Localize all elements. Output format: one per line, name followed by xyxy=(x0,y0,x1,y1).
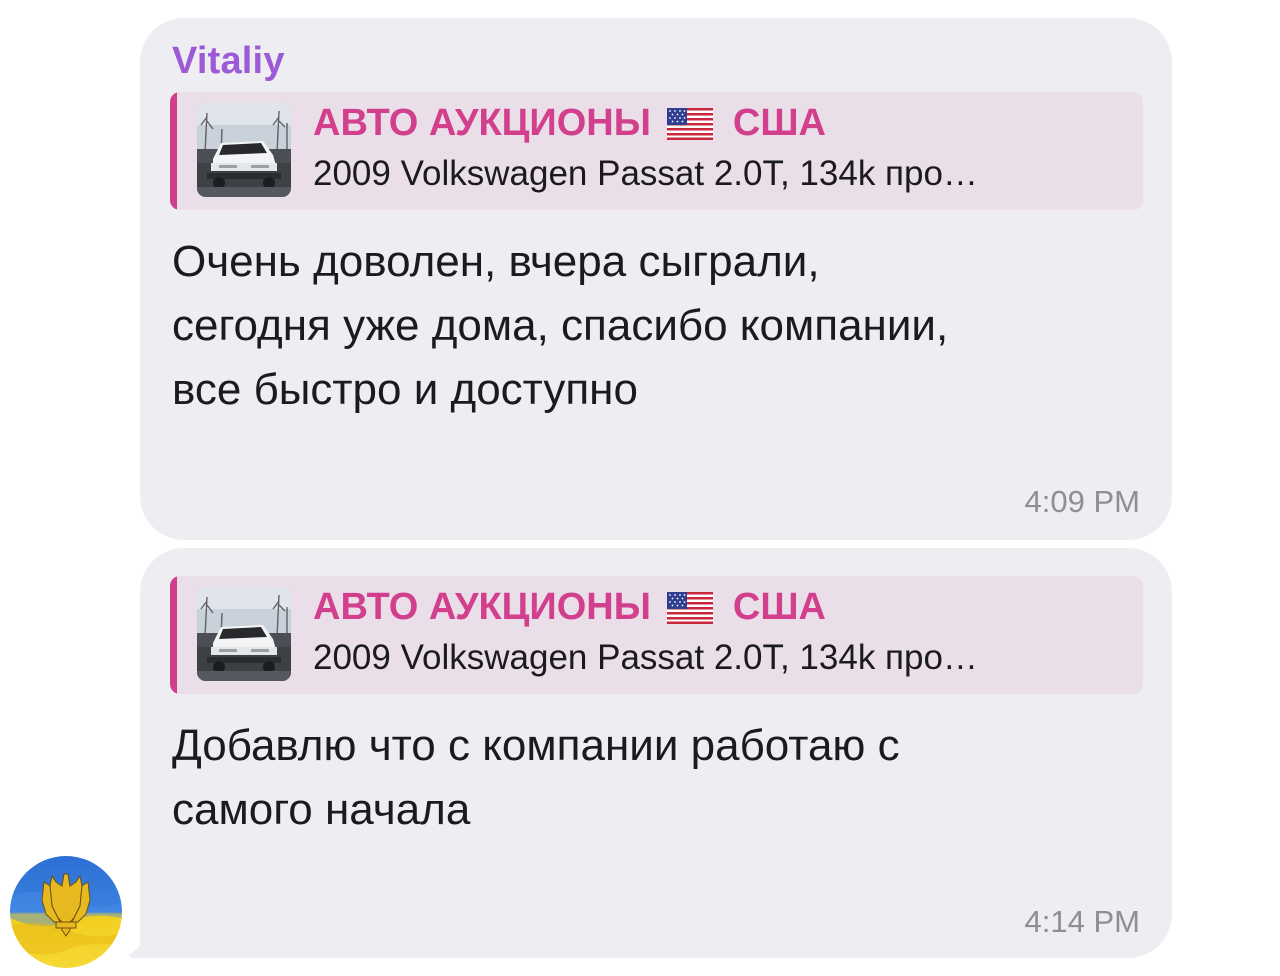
reply-accent-bar xyxy=(170,92,177,210)
car-thumbnail xyxy=(197,587,291,681)
message-text: Очень доволен, вчера сыграли, сегодня уж… xyxy=(172,230,1132,422)
sender-name[interactable]: Vitaliy xyxy=(172,40,285,83)
message-timestamp: 4:14 PM xyxy=(1024,904,1140,939)
us-flag-icon xyxy=(667,592,713,624)
message-bubble[interactable]: АВТО АУКЦИОНЫ США 2009 Volkswagen Passat… xyxy=(126,548,1172,958)
message-line: Добавлю что с компании работаю с xyxy=(172,721,900,770)
reply-title-prefix: АВТО АУКЦИОНЫ xyxy=(313,586,651,628)
message-text: Добавлю что с компании работаю с самого … xyxy=(172,714,1132,842)
message-timestamp: 4:09 PM xyxy=(1024,484,1140,519)
message-line: самого начала xyxy=(172,785,471,834)
bubble-tail xyxy=(126,932,156,958)
reply-title-suffix: США xyxy=(732,102,826,144)
reply-snippet: 2009 Volkswagen Passat 2.0T, 134k про… xyxy=(313,154,978,193)
reply-title-suffix: США xyxy=(732,586,826,628)
reply-channel-title: АВТО АУКЦИОНЫ США xyxy=(313,102,826,145)
reply-title-prefix: АВТО АУКЦИОНЫ xyxy=(313,102,651,144)
reply-preview[interactable]: АВТО АУКЦИОНЫ США 2009 Volkswagen Passat… xyxy=(170,576,1143,694)
message-bubble[interactable]: Vitaliy АВТО АУКЦИОНЫ США 2009 Volkswage… xyxy=(140,18,1172,540)
chat-view: Vitaliy АВТО АУКЦИОНЫ США 2009 Volkswage… xyxy=(0,0,1280,976)
reply-accent-bar xyxy=(170,576,177,694)
car-thumbnail xyxy=(197,103,291,197)
reply-channel-title: АВТО АУКЦИОНЫ США xyxy=(313,586,826,629)
message-line: сегодня уже дома, спасибо компании, xyxy=(172,301,949,350)
reply-snippet: 2009 Volkswagen Passat 2.0T, 134k про… xyxy=(313,638,978,677)
ukraine-trident-avatar xyxy=(10,856,122,968)
sender-avatar[interactable] xyxy=(10,856,122,968)
reply-preview[interactable]: АВТО АУКЦИОНЫ США 2009 Volkswagen Passat… xyxy=(170,92,1143,210)
us-flag-icon xyxy=(667,108,713,140)
message-line: все быстро и доступно xyxy=(172,365,638,414)
message-line: Очень доволен, вчера сыграли, xyxy=(172,237,820,286)
